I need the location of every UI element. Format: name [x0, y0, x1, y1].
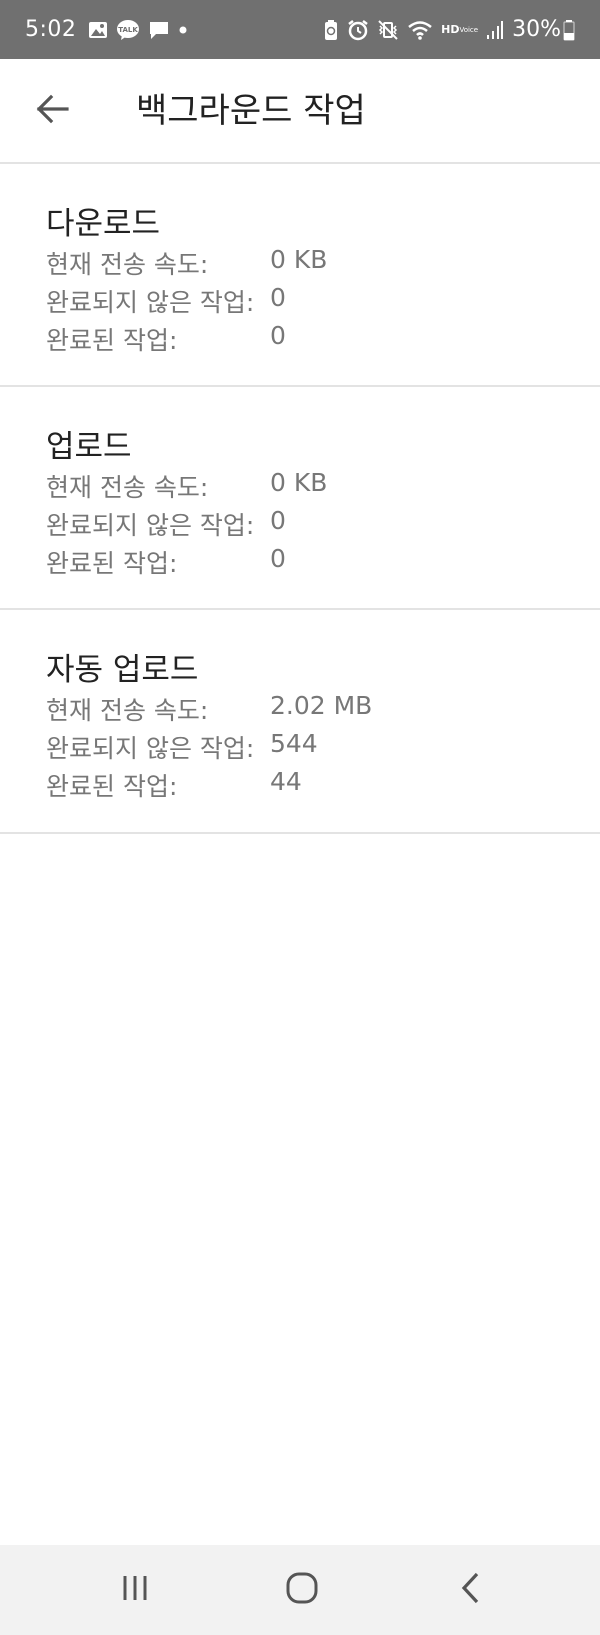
incomplete-tasks-row: 완료되지 않은 작업: 544 [46, 729, 318, 765]
recents-button[interactable] [105, 1565, 165, 1615]
section-title: 자동 업로드 [46, 652, 199, 688]
row-value: 0 [270, 321, 286, 350]
row-value: 0 KB [270, 468, 328, 497]
alarm-icon [347, 19, 369, 41]
hd-voice-icon: HD Voice [441, 22, 479, 36]
row-value: 2.02 MB [270, 691, 373, 720]
section-title: 다운로드 [46, 206, 161, 242]
completed-tasks-row: 완료된 작업: 0 [46, 544, 286, 580]
row-label: 완료된 작업: [46, 549, 178, 578]
app-bar: 백그라운드 작업 [0, 59, 600, 164]
hd-label: HD [441, 22, 460, 36]
row-label: 완료된 작업: [46, 772, 178, 801]
current-transfer-speed-row: 현재 전송 속도: 0 KB [46, 245, 327, 281]
row-label: 완료되지 않은 작업: [46, 288, 255, 317]
row-value: 44 [270, 767, 302, 796]
recycle-battery-saver-icon [323, 19, 339, 41]
section-upload: 업로드 현재 전송 속도: 0 KB 완료되지 않은 작업: 0 완료된 작업:… [0, 387, 600, 610]
status-right: HD Voice 30% [315, 17, 575, 42]
status-time: 5:02 [25, 17, 77, 42]
completed-tasks-row: 완료된 작업: 0 [46, 321, 286, 357]
row-value: 0 KB [270, 245, 328, 274]
status-left: 5:02 TALK [25, 17, 196, 42]
mute-vibrate-icon [377, 19, 399, 41]
section-auto-upload: 자동 업로드 현재 전송 속도: 2.02 MB 완료되지 않은 작업: 544… [0, 610, 600, 834]
row-value: 544 [270, 729, 318, 758]
current-transfer-speed-row: 현재 전송 속도: 0 KB [46, 468, 327, 504]
message-notification-icon [148, 20, 170, 40]
current-transfer-speed-row: 현재 전송 속도: 2.02 MB [46, 691, 372, 727]
voice-label: Voice [459, 25, 479, 34]
gallery-notification-icon [88, 20, 108, 40]
row-value: 0 [270, 283, 286, 312]
home-button[interactable] [272, 1565, 332, 1615]
talk-icon-label: TALK [119, 26, 139, 34]
navigation-bar [0, 1545, 600, 1635]
battery-icon [563, 19, 575, 41]
status-bar: 5:02 TALK HD Voice 30% [0, 0, 600, 59]
back-button[interactable] [28, 87, 76, 135]
home-icon [285, 1571, 319, 1609]
row-value: 0 [270, 544, 286, 573]
back-chevron-icon [459, 1571, 483, 1609]
row-value: 0 [270, 506, 286, 535]
row-label: 완료되지 않은 작업: [46, 734, 255, 763]
row-label: 현재 전송 속도: [46, 473, 209, 502]
row-label: 현재 전송 속도: [46, 696, 209, 725]
battery-percentage: 30% [512, 17, 561, 42]
section-title: 업로드 [46, 429, 132, 465]
page-title: 백그라운드 작업 [136, 91, 366, 131]
incomplete-tasks-row: 완료되지 않은 작업: 0 [46, 283, 286, 319]
more-notifications-dot-icon [178, 25, 188, 35]
incomplete-tasks-row: 완료되지 않은 작업: 0 [46, 506, 286, 542]
kakaotalk-notification-icon: TALK [116, 19, 140, 41]
completed-tasks-row: 완료된 작업: 44 [46, 767, 302, 803]
arrow-left-icon [35, 94, 69, 128]
section-download: 다운로드 현재 전송 속도: 0 KB 완료되지 않은 작업: 0 완료된 작업… [0, 164, 600, 387]
signal-icon [486, 20, 504, 40]
row-label: 완료되지 않은 작업: [46, 511, 255, 540]
wifi-icon [407, 19, 433, 41]
recents-icon [120, 1573, 150, 1607]
nav-back-button[interactable] [441, 1565, 501, 1615]
row-label: 완료된 작업: [46, 326, 178, 355]
row-label: 현재 전송 속도: [46, 250, 209, 279]
